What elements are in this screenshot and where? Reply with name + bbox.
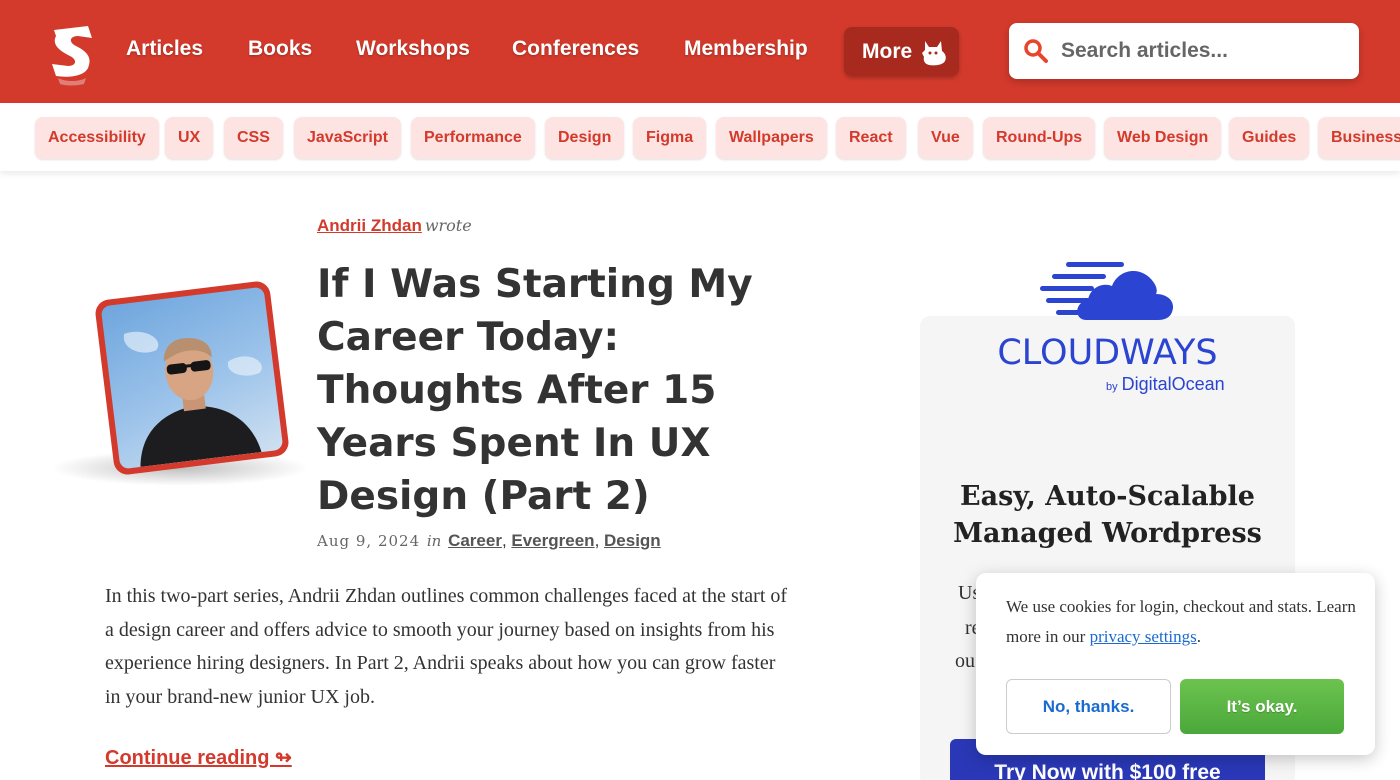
comma-separator: ,: [594, 531, 605, 550]
search-box[interactable]: [1009, 23, 1359, 79]
ad-brand-sub: by DigitalOcean: [1106, 374, 1225, 395]
in-label: in: [426, 532, 442, 550]
more-label: More: [862, 40, 913, 63]
more-menu-button[interactable]: More: [844, 27, 959, 76]
nav-workshops[interactable]: Workshops: [356, 37, 470, 61]
accept-cookies-button[interactable]: It’s okay.: [1180, 679, 1344, 734]
author-line: Andrii Zhdan wrote: [317, 216, 472, 236]
nav-conferences[interactable]: Conferences: [512, 37, 639, 61]
ad-brand-name: CLOUDWAYS: [997, 333, 1218, 373]
wrote-label: wrote: [424, 216, 472, 235]
tag-css[interactable]: CSS: [224, 117, 283, 159]
ad-text-line: ou: [955, 650, 975, 672]
cookie-message: We use cookies for login, checkout and s…: [1006, 592, 1356, 652]
article-date: Aug 9, 2024: [317, 532, 421, 550]
nav-articles[interactable]: Articles: [126, 37, 203, 61]
ad-by-label: by: [1106, 381, 1118, 393]
tag-figma[interactable]: Figma: [633, 117, 707, 159]
tag-web-design[interactable]: Web Design: [1104, 117, 1222, 159]
author-photo: [100, 286, 284, 470]
tag-react[interactable]: React: [836, 117, 906, 159]
author-photo-illustration: [124, 331, 262, 467]
tag-performance[interactable]: Performance: [411, 117, 535, 159]
tag-vue[interactable]: Vue: [918, 117, 973, 159]
topic-tag-bar: Accessibility UX CSS JavaScript Performa…: [0, 103, 1400, 171]
nav-books[interactable]: Books: [248, 37, 312, 61]
privacy-settings-link[interactable]: privacy settings: [1090, 627, 1197, 646]
tag-round-ups[interactable]: Round-Ups: [983, 117, 1096, 159]
cloudways-cloud-logo-icon: [1040, 262, 1174, 320]
tag-design[interactable]: Design: [545, 117, 625, 159]
category-link-design[interactable]: Design: [604, 531, 661, 550]
ad-by-name: DigitalOcean: [1121, 374, 1225, 394]
site-header: Articles Books Workshops Conferences Mem…: [0, 0, 1400, 103]
cookie-text-end: .: [1196, 627, 1201, 646]
cookie-consent-dialog: We use cookies for login, checkout and s…: [976, 573, 1375, 755]
search-icon: [1024, 39, 1048, 63]
tag-javascript[interactable]: JavaScript: [294, 117, 401, 159]
tag-guides[interactable]: Guides: [1229, 117, 1310, 159]
article-meta: Aug 9, 2024 in Career, Evergreen, Design: [317, 531, 661, 551]
article-title[interactable]: If I Was Starting My Career Today: Thoug…: [317, 258, 757, 523]
tag-ux[interactable]: UX: [165, 117, 214, 159]
search-input[interactable]: [1061, 23, 1351, 79]
author-avatar[interactable]: [93, 279, 291, 477]
nav-membership[interactable]: Membership: [684, 37, 808, 61]
author-link[interactable]: Andrii Zhdan: [317, 216, 422, 235]
category-link-evergreen[interactable]: Evergreen: [511, 531, 594, 550]
continue-reading-link[interactable]: Continue reading ↬: [105, 745, 292, 770]
article-excerpt: In this two-part series, Andrii Zhdan ou…: [105, 585, 788, 708]
ad-heading: Easy, Auto-Scalable Managed Wordpress: [953, 481, 1262, 549]
tag-wallpapers[interactable]: Wallpapers: [716, 117, 827, 159]
tag-accessibility[interactable]: Accessibility: [35, 117, 159, 159]
tag-business[interactable]: Business: [1318, 117, 1400, 159]
comma-separator: ,: [501, 531, 512, 550]
cat-icon: [922, 41, 946, 66]
smashing-s-logo-icon[interactable]: [48, 24, 96, 86]
category-link-career[interactable]: Career: [448, 531, 502, 550]
decline-cookies-button[interactable]: No, thanks.: [1006, 679, 1171, 734]
